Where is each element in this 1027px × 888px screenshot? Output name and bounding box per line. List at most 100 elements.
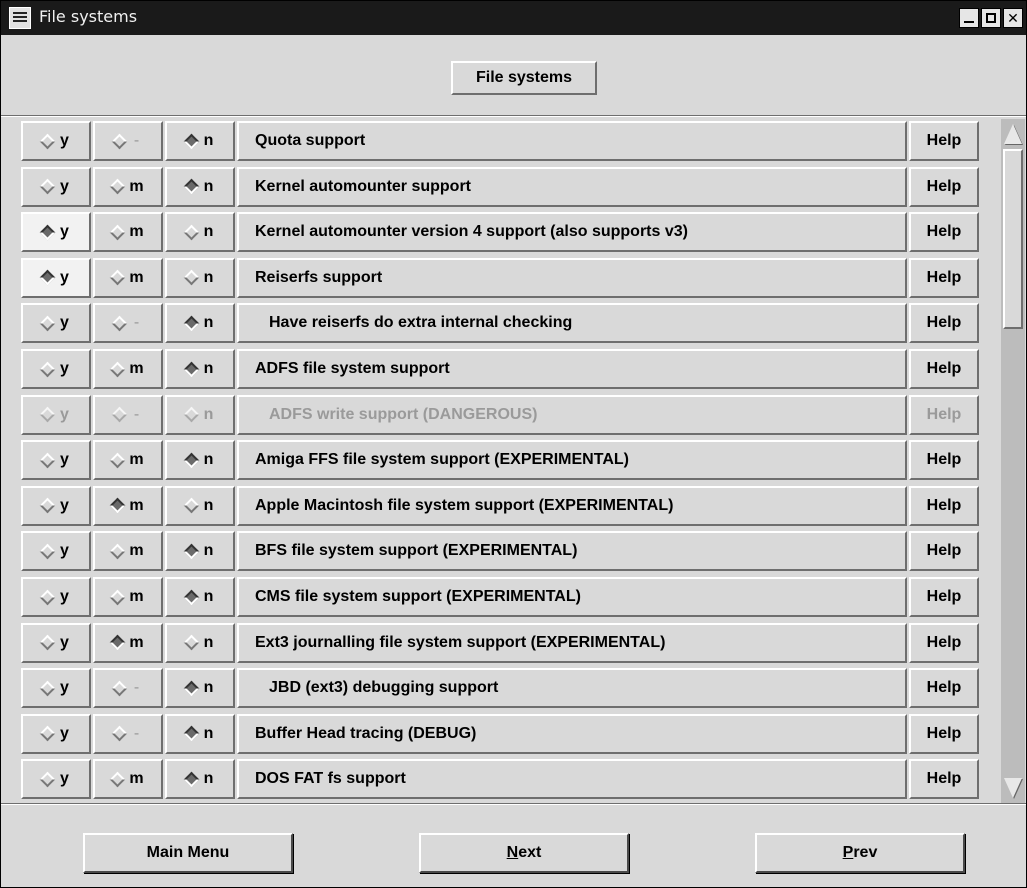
option-n-radio[interactable]: n xyxy=(165,759,235,800)
option-m-radio[interactable]: m xyxy=(93,257,163,298)
option-n-radio[interactable]: n xyxy=(165,440,235,481)
window-menu-icon[interactable] xyxy=(9,7,31,29)
option-row: y m n Kernel automounter version 4 support … xyxy=(19,210,999,254)
option-n-label: n xyxy=(203,405,214,423)
option-m-radio[interactable]: - xyxy=(93,668,163,709)
radio-diamond-icon xyxy=(39,634,55,651)
option-m-radio[interactable]: m xyxy=(93,759,163,800)
help-button[interactable]: Help xyxy=(909,531,979,572)
option-n-radio[interactable]: n xyxy=(165,303,235,344)
help-button[interactable]: Help xyxy=(909,668,979,709)
option-y-radio[interactable]: y xyxy=(21,121,91,161)
help-button-label: Help xyxy=(926,633,962,651)
option-m-radio[interactable]: m xyxy=(93,577,163,617)
minimize-button[interactable] xyxy=(959,8,979,28)
help-button[interactable]: Help xyxy=(909,394,979,435)
option-m-radio[interactable]: - xyxy=(93,394,163,435)
radio-diamond-icon xyxy=(183,178,199,195)
help-button[interactable]: Help xyxy=(909,121,979,161)
option-n-radio[interactable]: n xyxy=(165,257,235,298)
option-y-radio[interactable]: y xyxy=(21,303,91,344)
option-n-radio[interactable]: n xyxy=(165,577,235,617)
option-y-radio[interactable]: y xyxy=(21,485,91,526)
radio-diamond-icon xyxy=(110,634,126,651)
option-n-label: n xyxy=(203,314,214,332)
option-m-radio[interactable]: - xyxy=(93,303,163,344)
title-bar[interactable]: File systems ✕ xyxy=(1,1,1026,35)
scrollbar-thumb[interactable] xyxy=(1003,149,1023,329)
option-n-label: n xyxy=(203,724,214,742)
option-y-label: y xyxy=(60,588,69,605)
option-y-radio[interactable]: y xyxy=(21,531,91,572)
radio-diamond-icon xyxy=(183,270,199,286)
option-y-radio[interactable]: y xyxy=(21,713,91,754)
option-row: y - n Have reiserfs do extra internal check… xyxy=(19,301,999,345)
option-m-radio[interactable]: m xyxy=(93,485,163,526)
option-n-radio[interactable]: n xyxy=(165,394,235,435)
option-y-radio[interactable]: y xyxy=(21,759,91,800)
help-button[interactable]: Help xyxy=(909,349,979,389)
option-y-radio[interactable]: y xyxy=(21,394,91,435)
option-n-radio[interactable]: n xyxy=(165,212,235,253)
vertical-scrollbar[interactable] xyxy=(1001,119,1025,803)
option-label-text: BFS file system support (EXPERIMENTAL) xyxy=(255,542,578,560)
help-button-label: Help xyxy=(926,451,962,469)
radio-diamond-icon xyxy=(39,498,55,514)
next-button[interactable]: Next xyxy=(419,833,629,873)
option-y-radio[interactable]: y xyxy=(21,349,91,389)
option-y-radio[interactable]: y xyxy=(21,212,91,253)
option-y-radio[interactable]: y xyxy=(21,257,91,298)
help-button[interactable]: Help xyxy=(909,485,979,526)
option-n-radio[interactable]: n xyxy=(165,121,235,161)
help-button[interactable]: Help xyxy=(909,622,979,663)
radio-diamond-icon xyxy=(111,406,127,423)
radio-diamond-icon xyxy=(183,361,199,377)
help-button[interactable]: Help xyxy=(909,759,979,800)
option-row: y m n Ext3 journalling file system support … xyxy=(19,621,999,665)
option-y-radio[interactable]: y xyxy=(21,668,91,709)
option-n-radio[interactable]: n xyxy=(165,713,235,754)
help-button[interactable]: Help xyxy=(909,577,979,617)
radio-diamond-icon xyxy=(39,178,55,195)
scroll-down-button[interactable] xyxy=(1003,775,1023,801)
option-label-text: Kernel automounter version 4 support (al… xyxy=(255,223,688,241)
option-m-radio[interactable]: m xyxy=(93,166,163,207)
option-m-radio[interactable]: - xyxy=(93,713,163,754)
option-n-radio[interactable]: n xyxy=(165,622,235,663)
option-m-radio[interactable]: m xyxy=(93,622,163,663)
help-button[interactable]: Help xyxy=(909,713,979,754)
option-n-radio[interactable]: n xyxy=(165,166,235,207)
help-button[interactable]: Help xyxy=(909,303,979,344)
option-y-radio[interactable]: y xyxy=(21,440,91,481)
option-y-label: y xyxy=(60,770,69,788)
option-label: Buffer Head tracing (DEBUG) xyxy=(237,713,907,754)
radio-diamond-icon xyxy=(39,270,55,286)
help-button[interactable]: Help xyxy=(909,257,979,298)
option-y-radio[interactable]: y xyxy=(21,577,91,617)
option-n-radio[interactable]: n xyxy=(165,349,235,389)
maximize-button[interactable] xyxy=(981,8,1001,28)
radio-diamond-icon xyxy=(111,133,127,149)
file-systems-header-button[interactable]: File systems xyxy=(451,61,597,95)
help-button[interactable]: Help xyxy=(909,440,979,481)
scroll-up-button[interactable] xyxy=(1003,121,1023,147)
option-n-radio[interactable]: n xyxy=(165,668,235,709)
option-m-radio[interactable]: m xyxy=(93,212,163,253)
option-m-radio[interactable]: m xyxy=(93,349,163,389)
option-m-label: - xyxy=(133,132,140,149)
option-n-radio[interactable]: n xyxy=(165,531,235,572)
close-button[interactable]: ✕ xyxy=(1003,8,1023,28)
help-button[interactable]: Help xyxy=(909,166,979,207)
radio-diamond-icon xyxy=(39,452,55,468)
option-m-radio[interactable]: m xyxy=(93,440,163,481)
prev-button[interactable]: Prev xyxy=(755,833,965,873)
option-m-radio[interactable]: - xyxy=(93,121,163,161)
main-menu-button[interactable]: Main Menu xyxy=(83,833,293,873)
option-label: DOS FAT fs support xyxy=(237,759,907,800)
option-n-radio[interactable]: n xyxy=(165,485,235,526)
help-button[interactable]: Help xyxy=(909,212,979,253)
option-y-radio[interactable]: y xyxy=(21,622,91,663)
option-m-radio[interactable]: m xyxy=(93,531,163,572)
prev-mnemonic: P xyxy=(842,844,854,861)
option-y-radio[interactable]: y xyxy=(21,166,91,207)
